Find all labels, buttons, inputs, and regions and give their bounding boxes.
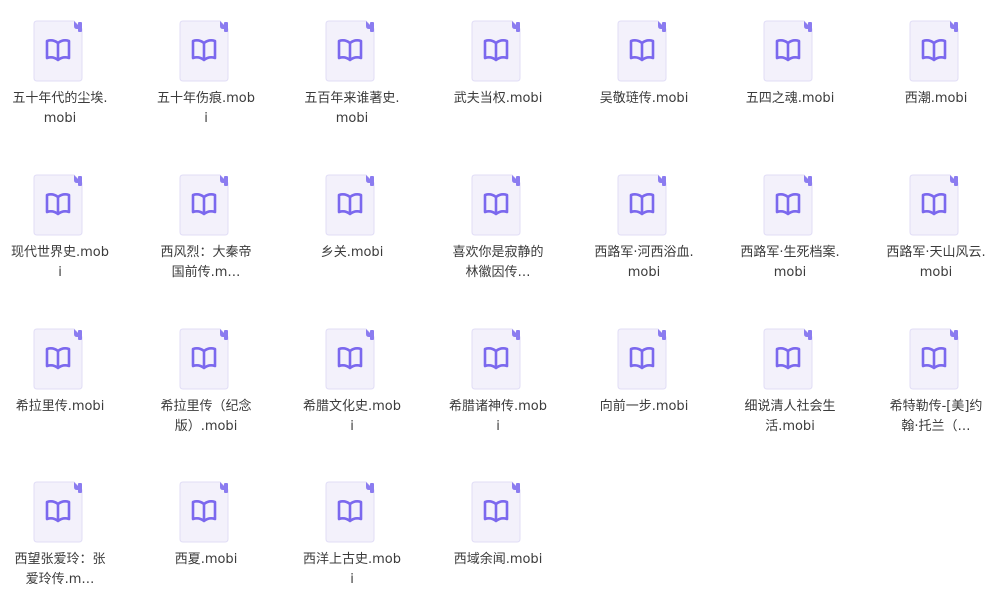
file-name: 武夫当权.mobi: [453, 91, 543, 106]
ebook-file-icon: [763, 174, 813, 236]
file-item[interactable]: 西夏.mobi: [146, 461, 266, 601]
file-item[interactable]: 细说清人社会生活.mobi: [730, 308, 850, 448]
file-name: 希腊诸神传.mobi: [448, 399, 547, 434]
file-name: 细说清人社会生活.mobi: [744, 399, 836, 434]
file-item[interactable]: 希拉里传（纪念版）.mobi: [146, 308, 266, 448]
ebook-file-icon: [33, 481, 83, 543]
ebook-file-icon: [33, 174, 83, 236]
file-item[interactable]: 喜欢你是寂静的 林徽因传…: [438, 154, 558, 294]
ebook-file-icon: [33, 20, 83, 82]
file-name: 现代世界史.mobi: [10, 245, 109, 280]
ebook-file-icon: [179, 481, 229, 543]
ebook-file-icon: [909, 174, 959, 236]
file-item[interactable]: 吴敬琏传.mobi: [584, 0, 704, 140]
file-item[interactable]: 西望张爱玲：张爱玲传.m…: [0, 461, 120, 601]
ebook-file-icon: [325, 481, 375, 543]
file-item[interactable]: 五十年伤痕.mobi: [146, 0, 266, 140]
file-name: 希特勒传-[美]约翰·托兰（…: [889, 399, 983, 434]
ebook-file-icon: [471, 174, 521, 236]
file-name: 向前一步.mobi: [599, 399, 689, 414]
ebook-file-icon: [471, 481, 521, 543]
file-item[interactable]: 乡关.mobi: [292, 154, 412, 294]
ebook-file-icon: [909, 328, 959, 390]
file-item[interactable]: 西潮.mobi: [876, 0, 996, 140]
file-item[interactable]: 现代世界史.mobi: [0, 154, 120, 294]
file-item[interactable]: 五百年来谁著史.mobi: [292, 0, 412, 140]
file-grid: 五十年代的尘埃.mobi 五十年伤痕.mobi 五百年来谁著史.mobi 武夫当权.m…: [0, 0, 998, 603]
file-item[interactable]: 希特勒传-[美]约翰·托兰（…: [876, 308, 996, 448]
file-name: 西路军·天山风云.mobi: [886, 245, 986, 280]
file-name: 西潮.mobi: [904, 91, 968, 106]
file-item[interactable]: 希拉里传.mobi: [0, 308, 120, 448]
file-name: 乡关.mobi: [320, 245, 384, 260]
ebook-file-icon: [179, 328, 229, 390]
file-name: 希腊文化史.mobi: [302, 399, 401, 434]
file-name: 喜欢你是寂静的 林徽因传…: [452, 245, 544, 280]
file-name: 西域余闻.mobi: [453, 552, 543, 567]
file-name: 希拉里传.mobi: [15, 399, 105, 414]
file-item[interactable]: 西洋上古史.mobi: [292, 461, 412, 601]
file-name: 五四之魂.mobi: [745, 91, 835, 106]
ebook-file-icon: [763, 20, 813, 82]
file-item[interactable]: 西路军·天山风云.mobi: [876, 154, 996, 294]
ebook-file-icon: [763, 328, 813, 390]
file-name: 五十年代的尘埃.mobi: [12, 91, 108, 126]
ebook-file-icon: [617, 328, 667, 390]
ebook-file-icon: [325, 174, 375, 236]
file-item[interactable]: 西风烈：大秦帝国前传.m…: [146, 154, 266, 294]
file-name: 西路军·生死档案.mobi: [740, 245, 840, 280]
ebook-file-icon: [325, 20, 375, 82]
ebook-file-icon: [471, 328, 521, 390]
file-name: 西夏.mobi: [174, 552, 238, 567]
ebook-file-icon: [33, 328, 83, 390]
ebook-file-icon: [179, 174, 229, 236]
file-item[interactable]: 希腊诸神传.mobi: [438, 308, 558, 448]
file-name: 西洋上古史.mobi: [302, 552, 401, 587]
ebook-file-icon: [617, 174, 667, 236]
file-name: 希拉里传（纪念版）.mobi: [160, 399, 252, 434]
file-name: 吴敬琏传.mobi: [599, 91, 689, 106]
file-item[interactable]: 希腊文化史.mobi: [292, 308, 412, 448]
ebook-file-icon: [179, 20, 229, 82]
file-name: 五百年来谁著史.mobi: [304, 91, 400, 126]
file-item[interactable]: 五十年代的尘埃.mobi: [0, 0, 120, 140]
file-name: 西望张爱玲：张爱玲传.m…: [14, 552, 106, 587]
file-item[interactable]: 武夫当权.mobi: [438, 0, 558, 140]
file-item[interactable]: 西路军·生死档案.mobi: [730, 154, 850, 294]
file-name: 西风烈：大秦帝国前传.m…: [160, 245, 252, 280]
ebook-file-icon: [325, 328, 375, 390]
file-item[interactable]: 西路军·河西浴血.mobi: [584, 154, 704, 294]
ebook-file-icon: [909, 20, 959, 82]
file-item[interactable]: 西域余闻.mobi: [438, 461, 558, 601]
file-name: 西路军·河西浴血.mobi: [594, 245, 694, 280]
ebook-file-icon: [617, 20, 667, 82]
file-item[interactable]: 五四之魂.mobi: [730, 0, 850, 140]
ebook-file-icon: [471, 20, 521, 82]
file-name: 五十年伤痕.mobi: [156, 91, 255, 126]
file-item[interactable]: 向前一步.mobi: [584, 308, 704, 448]
